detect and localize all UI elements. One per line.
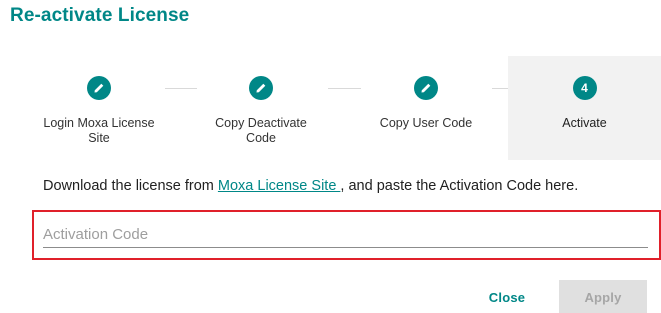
dialog-title: Re-activate License (10, 5, 190, 26)
pencil-icon (249, 76, 273, 100)
pencil-icon (87, 76, 111, 100)
step-label: Login Moxa License Site (43, 116, 155, 145)
apply-button[interactable]: Apply (559, 280, 647, 313)
step-number-badge: 4 (572, 76, 597, 100)
step-label: Copy Deactivate Code (215, 116, 307, 145)
instructions-text: Download the license from Moxa License S… (43, 178, 578, 194)
instructions-before: Download the license from (43, 178, 218, 194)
step-activate: 4 Activate (508, 56, 661, 160)
input-underline (43, 247, 648, 248)
activation-code-input[interactable] (43, 220, 648, 248)
activation-code-field-highlight (32, 210, 661, 260)
step-login-moxa-license-site: Login Moxa License Site (19, 56, 179, 160)
moxa-license-site-link[interactable]: Moxa License Site (218, 178, 341, 194)
step-copy-user-code: Copy User Code (344, 56, 508, 160)
instructions-after: , and paste the Activation Code here. (340, 178, 579, 194)
step-label: Copy User Code (379, 116, 473, 130)
reactivate-license-dialog: Re-activate License Login Moxa License S… (0, 0, 661, 313)
stepper: Login Moxa License Site Copy Deactivate … (10, 56, 661, 160)
step-label: Activate (562, 116, 607, 130)
pencil-icon (414, 76, 438, 100)
step-copy-deactivate-code: Copy Deactivate Code (181, 56, 341, 160)
close-button[interactable]: Close (474, 280, 540, 313)
